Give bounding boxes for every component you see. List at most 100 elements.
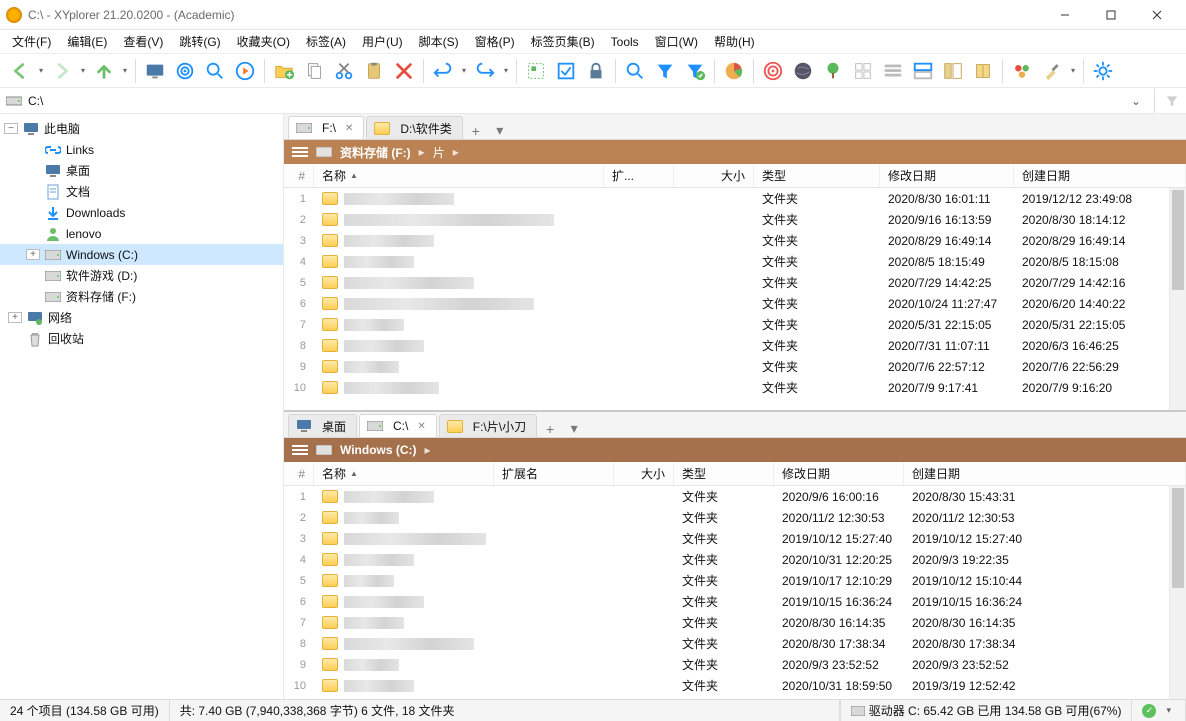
tree-item[interactable]: 资料存储 (F:) [0,286,283,307]
back-button[interactable] [6,57,34,85]
palette-icon[interactable] [1008,57,1036,85]
up-button[interactable] [90,57,118,85]
spiral-icon[interactable] [759,57,787,85]
table-row[interactable]: 8 文件夹 2020/8/30 17:38:34 2020/8/30 17:38… [284,633,1186,654]
menu-item[interactable]: 收藏夹(O) [229,31,298,52]
tree-item[interactable]: +Windows (C:) [0,244,283,265]
tree-item[interactable]: lenovo [0,223,283,244]
tab[interactable]: F:\片\小刀 [439,414,537,437]
table-row[interactable]: 10 文件夹 2020/10/31 18:59:50 2019/3/19 12:… [284,675,1186,696]
col-num[interactable]: # [284,164,314,187]
filelist-top[interactable]: 1 文件夹 2020/8/30 16:01:11 2019/12/12 23:4… [284,188,1186,410]
table-row[interactable]: 2 文件夹 2020/11/2 12:30:53 2020/11/2 12:30… [284,507,1186,528]
funnel-check-icon[interactable] [681,57,709,85]
back-dropdown[interactable]: ▾ [36,66,46,75]
col-created[interactable]: 创建日期 [1014,164,1186,187]
up-dropdown[interactable]: ▾ [120,66,130,75]
col-modified[interactable]: 修改日期 [774,462,904,485]
tab[interactable]: F:\✕ [288,116,364,139]
tree-item[interactable]: Downloads [0,202,283,223]
table-row[interactable]: 2 文件夹 2020/9/16 16:13:59 2020/8/30 18:14… [284,209,1186,230]
table-row[interactable]: 10 文件夹 2020/7/9 9:17:41 2020/7/9 9:16:20 [284,377,1186,398]
pie-icon[interactable] [720,57,748,85]
address-bar[interactable]: C:\ ⌄ [0,88,1186,114]
menu-item[interactable]: 文件(F) [4,31,59,52]
breadcrumb-bottom[interactable]: Windows (C:) ▸ [284,438,1186,462]
desktop-icon[interactable] [141,57,169,85]
menu-item[interactable]: 窗格(P) [467,31,523,52]
menu-item[interactable]: 跳转(G) [171,31,228,52]
minimize-button[interactable] [1042,0,1088,30]
close-icon[interactable]: ✕ [345,123,353,134]
col-name[interactable]: 名称▲ [314,164,604,187]
undo-icon[interactable] [429,57,457,85]
undo-dropdown[interactable]: ▾ [459,66,469,75]
forward-dropdown[interactable]: ▾ [78,66,88,75]
table-row[interactable]: 8 文件夹 2020/7/31 11:07:11 2020/6/3 16:46:… [284,335,1186,356]
paste-icon[interactable] [360,57,388,85]
table-row[interactable]: 1 文件夹 2020/8/30 16:01:11 2019/12/12 23:4… [284,188,1186,209]
col-created[interactable]: 创建日期 [904,462,1186,485]
col-modified[interactable]: 修改日期 [880,164,1014,187]
col-size[interactable]: 大小 [614,462,674,485]
globe-icon[interactable] [789,57,817,85]
table-row[interactable]: 3 文件夹 2020/8/29 16:49:14 2020/8/29 16:49… [284,230,1186,251]
menu-item[interactable]: 脚本(S) [411,31,467,52]
magnify-icon[interactable] [201,57,229,85]
menu-item[interactable]: 窗口(W) [647,31,706,52]
tab-dropdown[interactable]: ▾ [489,122,511,139]
tab[interactable]: D:\软件类 [366,116,462,139]
split-icon[interactable] [909,57,937,85]
settings-icon[interactable] [1089,57,1117,85]
delete-icon[interactable] [390,57,418,85]
table-row[interactable]: 7 文件夹 2020/5/31 22:15:05 2020/5/31 22:15… [284,314,1186,335]
hamburger-icon[interactable] [292,147,308,157]
table-row[interactable]: 6 文件夹 2020/10/24 11:27:47 2020/6/20 14:4… [284,293,1186,314]
target-icon[interactable] [171,57,199,85]
menu-item[interactable]: 查看(V) [115,31,171,52]
folder-tree[interactable]: − 此电脑 Links桌面文档Downloadslenovo+Windows (… [0,114,284,699]
new-folder-icon[interactable] [270,57,298,85]
table-row[interactable]: 1 文件夹 2020/9/6 16:00:16 2020/8/30 15:43:… [284,486,1186,507]
menu-item[interactable]: 标签页集(B) [523,31,603,52]
lock-icon[interactable] [582,57,610,85]
table-row[interactable]: 6 文件夹 2019/10/15 16:36:24 2019/10/15 16:… [284,591,1186,612]
copy-icon[interactable] [300,57,328,85]
close-button[interactable] [1134,0,1180,30]
select-icon[interactable] [522,57,550,85]
menu-item[interactable]: Tools [603,33,647,51]
book-icon[interactable] [969,57,997,85]
filelist-bottom[interactable]: 1 文件夹 2020/9/6 16:00:16 2020/8/30 15:43:… [284,486,1186,699]
scrollbar[interactable] [1169,188,1186,410]
tree-root[interactable]: − 此电脑 [0,118,283,139]
tree-item[interactable]: 软件游戏 (D:) [0,265,283,286]
column-header-bottom[interactable]: # 名称▲ 扩展名 大小 类型 修改日期 创建日期 [284,462,1186,486]
menu-item[interactable]: 编辑(E) [59,31,115,52]
menu-item[interactable]: 标签(A) [298,31,354,52]
col-name[interactable]: 名称▲ [314,462,494,485]
table-row[interactable]: 9 文件夹 2020/7/6 22:57:12 2020/7/6 22:56:2… [284,356,1186,377]
redo-dropdown[interactable]: ▾ [501,66,511,75]
tree-icon[interactable] [819,57,847,85]
col-ext[interactable]: 扩... [604,164,674,187]
breadcrumb-top[interactable]: 资料存储 (F:) ▸ 片 ▸ [284,140,1186,164]
crumb-drive[interactable]: 资料存储 (F:) [340,144,411,161]
tab-add[interactable]: + [465,123,487,139]
address-dropdown[interactable]: ⌄ [1127,94,1145,108]
column-header-top[interactable]: # 名称▲ 扩... 大小 类型 修改日期 创建日期 [284,164,1186,188]
grid-icon[interactable] [849,57,877,85]
tree-item[interactable]: Links [0,139,283,160]
tree-item[interactable]: 回收站 [0,328,283,349]
tree-item[interactable]: 文档 [0,181,283,202]
search-icon[interactable] [621,57,649,85]
redo-icon[interactable] [471,57,499,85]
col-type[interactable]: 类型 [754,164,880,187]
crumb-drive[interactable]: Windows (C:) [340,443,417,457]
maximize-button[interactable] [1088,0,1134,30]
table-row[interactable]: 5 文件夹 2020/7/29 14:42:25 2020/7/29 14:42… [284,272,1186,293]
scrollbar-thumb[interactable] [1172,488,1184,588]
tree-item[interactable]: 桌面 [0,160,283,181]
forward-button[interactable] [48,57,76,85]
play-icon[interactable] [231,57,259,85]
col-num[interactable]: # [284,462,314,485]
